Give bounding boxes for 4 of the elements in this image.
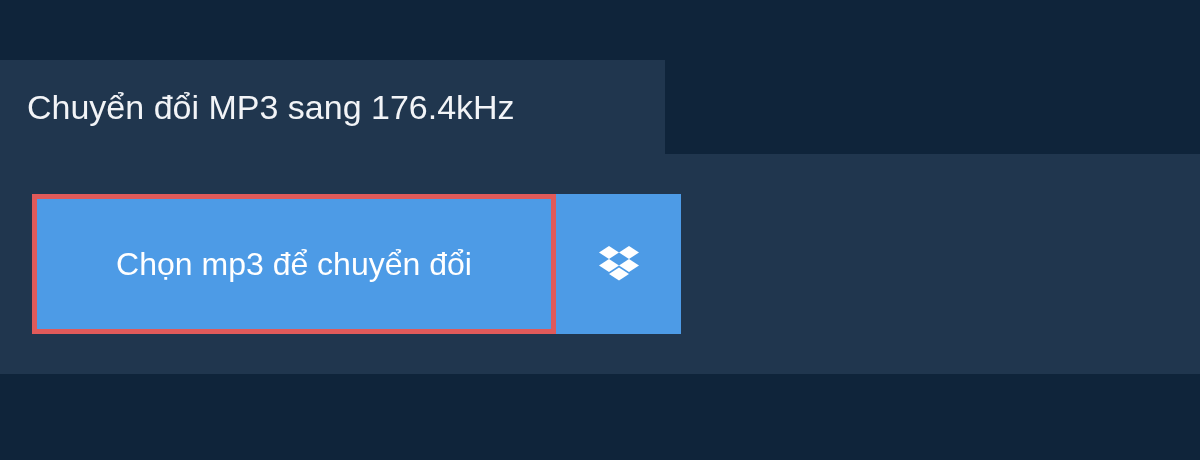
dropbox-button[interactable] bbox=[556, 194, 681, 334]
dropbox-icon bbox=[597, 246, 640, 282]
page-title: Chuyển đổi MP3 sang 176.4kHz bbox=[0, 60, 665, 154]
choose-file-button[interactable]: Chọn mp3 để chuyển đổi bbox=[32, 194, 556, 334]
